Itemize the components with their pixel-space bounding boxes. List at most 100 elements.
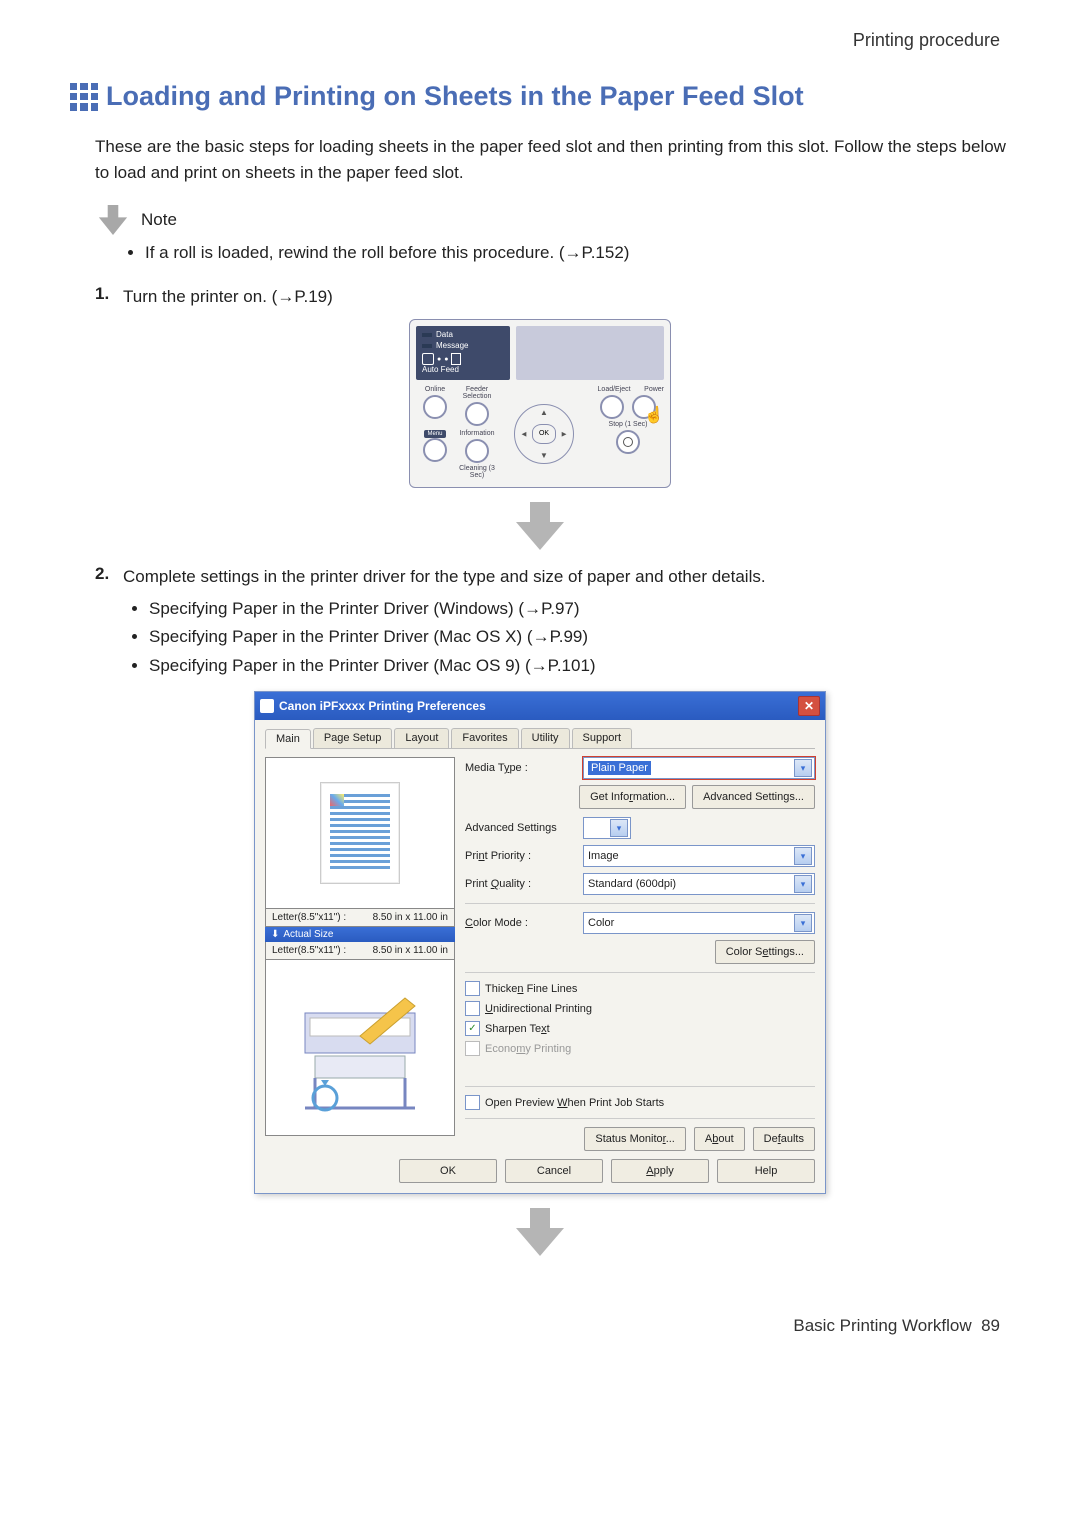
close-button[interactable]: ✕ <box>798 696 820 716</box>
tab-favorites[interactable]: Favorites <box>451 728 518 748</box>
unidir-label: Unidirectional Printing <box>485 1003 592 1015</box>
unidir-checkbox[interactable] <box>465 1001 480 1016</box>
sharpen-checkbox[interactable]: ✓ <box>465 1021 480 1036</box>
page-footer: Basic Printing Workflow 89 <box>70 1316 1010 1336</box>
ok-button[interactable]: OK <box>532 424 556 444</box>
ok-button[interactable]: OK <box>399 1159 497 1183</box>
cp-screen <box>516 326 664 380</box>
adv-settings-button[interactable]: Advanced Settings... <box>692 785 815 809</box>
grid-icon <box>70 83 98 111</box>
color-mode-combo[interactable]: Color ▾ <box>583 912 815 934</box>
thicken-label: Thicken Fine Lines <box>485 983 577 995</box>
doc-preview <box>265 757 455 909</box>
about-button[interactable]: About <box>694 1127 745 1151</box>
economy-checkbox <box>465 1041 480 1056</box>
page-title: Loading and Printing on Sheets in the Pa… <box>106 81 804 112</box>
chevron-down-icon[interactable]: ▾ <box>794 875 812 893</box>
get-info-button[interactable]: Get Information... <box>579 785 686 809</box>
tab-support[interactable]: Support <box>572 728 633 748</box>
hand-icon: ☝ <box>644 405 664 425</box>
print-priority-value: Image <box>588 850 619 862</box>
media-type-value: Plain Paper <box>588 761 651 775</box>
info-button[interactable] <box>465 439 489 463</box>
media-type-combo[interactable]: Plain Paper ▾ <box>583 757 815 779</box>
actual-size-bar: ⬇ Actual Size <box>265 927 455 942</box>
chevron-down-icon[interactable]: ▾ <box>794 759 812 777</box>
coffee-icon <box>422 353 434 365</box>
print-quality-value: Standard (600dpi) <box>588 878 676 890</box>
header-section: Printing procedure <box>70 30 1010 51</box>
tab-main[interactable]: Main <box>265 729 311 749</box>
tab-strip: Main Page Setup Layout Favorites Utility… <box>265 728 815 749</box>
color-mode-value: Color <box>588 917 614 929</box>
cp-message-label: Message <box>436 341 468 350</box>
driver-dialog-figure: Canon iPFxxxx Printing Preferences ✕ Mai… <box>70 691 1010 1194</box>
step-text: Complete settings in the printer driver … <box>123 567 766 586</box>
help-button[interactable]: Help <box>717 1159 815 1183</box>
sharpen-label: Sharpen Text <box>485 1023 550 1035</box>
menu-button[interactable] <box>423 438 447 462</box>
step-1: 1. Turn the printer on. (→P.19) <box>95 284 1010 310</box>
feeder-button[interactable] <box>465 402 489 426</box>
stop-button[interactable] <box>616 430 640 454</box>
tab-utility[interactable]: Utility <box>521 728 570 748</box>
color-settings-button[interactable]: Color Settings... <box>715 940 815 964</box>
cp-info-label: Information <box>459 430 494 437</box>
down-arrow-icon: ⬇ <box>271 929 279 940</box>
cp-clean-label: Cleaning (3 Sec) <box>458 465 496 479</box>
cp-load-label: Load/Eject <box>592 386 636 393</box>
note-arrow-icon <box>95 205 131 235</box>
up-arrow-icon[interactable]: ▲ <box>540 408 548 417</box>
intro-text: These are the basic steps for loading sh… <box>95 134 1010 185</box>
note-item: If a roll is loaded, rewind the roll bef… <box>145 241 1010 266</box>
chevron-down-icon[interactable]: ▾ <box>610 819 628 837</box>
chevron-down-icon[interactable]: ▾ <box>794 847 812 865</box>
step-sub-item: Specifying Paper in the Printer Driver (… <box>149 624 1010 650</box>
dialog-title: Canon iPFxxxx Printing Preferences <box>279 699 486 713</box>
preview-checkbox[interactable] <box>465 1095 480 1110</box>
size1-dim: 8.50 in x 11.00 in <box>373 912 448 923</box>
adv-settings-combo[interactable]: ▾ <box>583 817 631 839</box>
printer-illustration <box>265 960 455 1136</box>
footer-text: Basic Printing Workflow <box>793 1316 971 1335</box>
cp-data-label: Data <box>436 330 453 339</box>
print-quality-label: Print Quality : <box>465 878 531 890</box>
cp-stop-label: Stop (1 Sec) <box>609 421 648 428</box>
cp-auto-label: Auto Feed <box>422 365 504 374</box>
defaults-button[interactable]: Defaults <box>753 1127 815 1151</box>
actual-label: Actual Size <box>283 929 333 940</box>
step-num: 1. <box>95 284 123 310</box>
cp-menu-label: Menu <box>424 430 445 438</box>
chevron-down-icon[interactable]: ▾ <box>794 914 812 932</box>
flow-arrow-2 <box>70 1208 1010 1256</box>
print-quality-combo[interactable]: Standard (600dpi) ▾ <box>583 873 815 895</box>
status-monitor-button[interactable]: Status Monitor... <box>584 1127 686 1151</box>
printer-control-figure: Data Message ●● Auto Feed Online Feeder … <box>70 319 1010 488</box>
flow-arrow-1 <box>70 502 1010 550</box>
cancel-button[interactable]: Cancel <box>505 1159 603 1183</box>
page-title-row: Loading and Printing on Sheets in the Pa… <box>70 81 1010 112</box>
thicken-checkbox[interactable] <box>465 981 480 996</box>
power-button[interactable]: ☝ <box>632 395 656 419</box>
print-preferences-dialog: Canon iPFxxxx Printing Preferences ✕ Mai… <box>254 691 826 1194</box>
control-panel: Data Message ●● Auto Feed Online Feeder … <box>409 319 671 488</box>
tab-page-setup[interactable]: Page Setup <box>313 728 393 748</box>
load-eject-button[interactable] <box>600 395 624 419</box>
step-text: Turn the printer on. (→P.19) <box>123 284 1010 310</box>
size2-name: Letter(8.5"x11") : <box>272 945 346 956</box>
right-arrow-icon[interactable]: ► <box>560 429 568 438</box>
size1-name: Letter(8.5"x11") : <box>272 912 346 923</box>
left-arrow-icon[interactable]: ◄ <box>520 429 528 438</box>
page-icon <box>451 353 461 365</box>
dpad[interactable]: OK ▲ ▼ ◄ ► <box>514 404 574 464</box>
media-type-label: Media Type : <box>465 762 528 774</box>
app-icon <box>260 699 274 713</box>
footer-page: 89 <box>981 1316 1000 1335</box>
tab-layout[interactable]: Layout <box>394 728 449 748</box>
step-num: 2. <box>95 564 123 681</box>
apply-button[interactable]: Apply <box>611 1159 709 1183</box>
online-button[interactable] <box>423 395 447 419</box>
down-arrow-icon[interactable]: ▼ <box>540 451 548 460</box>
print-priority-combo[interactable]: Image ▾ <box>583 845 815 867</box>
step-2: 2. Complete settings in the printer driv… <box>95 564 1010 681</box>
